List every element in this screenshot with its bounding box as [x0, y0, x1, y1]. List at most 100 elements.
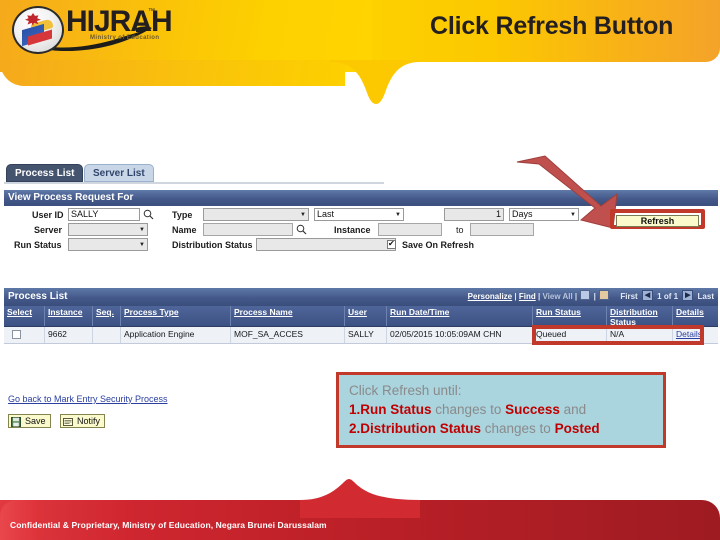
download-spreadsheet-icon[interactable]: [580, 290, 591, 300]
save-on-refresh-checkbox[interactable]: [387, 239, 396, 249]
run-status-label: Run Status: [14, 240, 62, 250]
expand-grid-icon[interactable]: [599, 290, 610, 300]
slide-title: Click Refresh Button: [430, 12, 674, 40]
footer-confidentiality-text: Confidential & Proprietary, Ministry of …: [10, 520, 327, 530]
notify-button-label: Notify: [76, 416, 100, 426]
chevron-right-icon[interactable]: [682, 290, 694, 301]
save-button[interactable]: Save: [8, 414, 51, 428]
header-notch-shape: [330, 60, 420, 104]
callout-line2-mid: changes to: [431, 402, 506, 417]
go-back-link[interactable]: Go back to Mark Entry Security Process: [8, 394, 168, 404]
col-header-process-type[interactable]: Process Type: [120, 306, 230, 326]
last-range-select[interactable]: Last: [314, 208, 404, 221]
col-header-run-status[interactable]: Run Status: [532, 306, 606, 326]
tab-underline: [4, 182, 384, 184]
save-button-label: Save: [25, 416, 46, 426]
row-select-checkbox[interactable]: [12, 330, 21, 339]
slide-footer: Confidential & Proprietary, Ministry of …: [0, 478, 720, 540]
col-header-seq[interactable]: Seq.: [92, 306, 120, 326]
pager-last-label[interactable]: Last: [698, 292, 714, 301]
col-header-process-name[interactable]: Process Name: [230, 306, 344, 326]
pager-position: 1 of 1: [657, 292, 679, 301]
col-header-distribution-status[interactable]: Distribution Status: [606, 306, 672, 327]
col-header-select[interactable]: Select: [4, 306, 44, 326]
refresh-button-highlight: Refresh: [610, 209, 705, 229]
hijrah-logo: HIJRAH ™ Ministry of Education: [6, 2, 173, 56]
callout-line-1: Click Refresh until:: [349, 381, 655, 400]
callout-line-3: 2.Distribution Status changes to Posted: [349, 419, 655, 438]
server-select[interactable]: [68, 223, 148, 236]
notify-button[interactable]: Notify: [59, 414, 105, 428]
callout-line2-bold-success: Success: [505, 402, 560, 417]
grid-title-bar: Process List Personalize | Find | View A…: [4, 288, 718, 306]
callout-line3-mid: changes to: [481, 421, 555, 436]
sep-4: |: [593, 292, 596, 301]
col-header-details[interactable]: Details: [672, 306, 718, 326]
instance-from-input[interactable]: [378, 223, 442, 236]
grid-pager: First 1 of 1 Last: [620, 290, 714, 301]
filter-row-3: Run Status Distribution Status Save On R…: [4, 238, 718, 252]
type-label: Type: [172, 210, 193, 220]
callout-line3-number: 2.: [349, 421, 361, 436]
find-link[interactable]: Find: [519, 292, 536, 301]
cell-run-datetime: 02/05/2015 10:05:09AM CHN: [386, 327, 532, 343]
days-count-input[interactable]: 1: [444, 208, 504, 221]
cell-process-type: Application Engine: [120, 327, 230, 343]
cell-instance: 9662: [44, 327, 92, 343]
table-row: 9662 Application Engine MOF_SA_ACCES SAL…: [4, 325, 718, 345]
view-all-link[interactable]: View All: [542, 292, 572, 301]
sep-2: |: [537, 292, 541, 301]
callout-line2-tail: and: [559, 402, 587, 417]
distribution-status-label: Distribution Status: [172, 240, 253, 250]
status-columns-highlight: [532, 325, 704, 345]
col-header-run-datetime[interactable]: Run Date/Time: [386, 306, 532, 326]
instance-to-label: to: [456, 225, 464, 235]
cell-select: [4, 327, 44, 343]
notify-envelope-icon: [62, 418, 73, 426]
footer-peak-shape: [300, 479, 420, 518]
refresh-button[interactable]: Refresh: [616, 215, 699, 227]
cell-process-name: MOF_SA_ACCES: [230, 327, 344, 343]
tab-server-list[interactable]: Server List: [84, 164, 154, 182]
action-button-row: Save Notify: [8, 414, 110, 430]
cell-seq: [92, 327, 120, 343]
name-input[interactable]: [203, 223, 293, 236]
logo-crest-badge: [12, 6, 64, 54]
name-label: Name: [172, 225, 197, 235]
chevron-left-icon[interactable]: [641, 290, 653, 301]
user-id-label: User ID: [32, 210, 64, 220]
distribution-status-select[interactable]: [256, 238, 396, 251]
sep-1: |: [514, 292, 517, 301]
tab-bar: Process List Server List: [4, 164, 384, 184]
logo-wordmark: HIJRAH: [66, 5, 173, 38]
grid-title: Process List: [8, 291, 68, 302]
grid-action-links: Personalize | Find | View All | | First …: [468, 288, 714, 306]
header-gold-tail: [0, 60, 345, 86]
name-lookup-magnifier-icon[interactable]: [296, 224, 307, 235]
logo-tagline: Ministry of Education: [90, 35, 160, 41]
col-header-instance[interactable]: Instance: [44, 306, 92, 326]
col-header-user[interactable]: User: [344, 306, 386, 326]
tab-process-list[interactable]: Process List: [6, 164, 84, 182]
instruction-callout-box: Click Refresh until: 1.Run Status change…: [336, 372, 666, 448]
save-disk-icon: [11, 417, 21, 427]
cell-user: SALLY: [344, 327, 386, 343]
callout-line-2: 1.Run Status changes to Success and: [349, 400, 655, 419]
callout-line3-bold-posted: Posted: [554, 421, 600, 436]
callout-line1-text: Click Refresh until:: [349, 383, 462, 398]
sep-3: |: [574, 292, 578, 301]
server-label: Server: [34, 225, 63, 235]
callout-line3-bold-distribution-status: Distribution Status: [360, 421, 482, 436]
user-id-lookup-magnifier-icon[interactable]: [143, 209, 154, 220]
pager-first-label[interactable]: First: [620, 292, 637, 301]
process-list-grid: Process List Personalize | Find | View A…: [4, 288, 718, 345]
save-on-refresh-label: Save On Refresh: [402, 240, 475, 250]
instance-label: Instance: [334, 225, 371, 235]
personalize-link[interactable]: Personalize: [468, 292, 512, 301]
callout-line2-number: 1.: [349, 402, 361, 417]
run-status-select[interactable]: [68, 238, 148, 251]
type-select[interactable]: [203, 208, 309, 221]
user-id-input[interactable]: SALLY: [68, 208, 140, 221]
callout-line2-bold-run-status: Run Status: [360, 402, 432, 417]
slide-header: HIJRAH ™ Ministry of Education Click Ref…: [0, 0, 720, 104]
